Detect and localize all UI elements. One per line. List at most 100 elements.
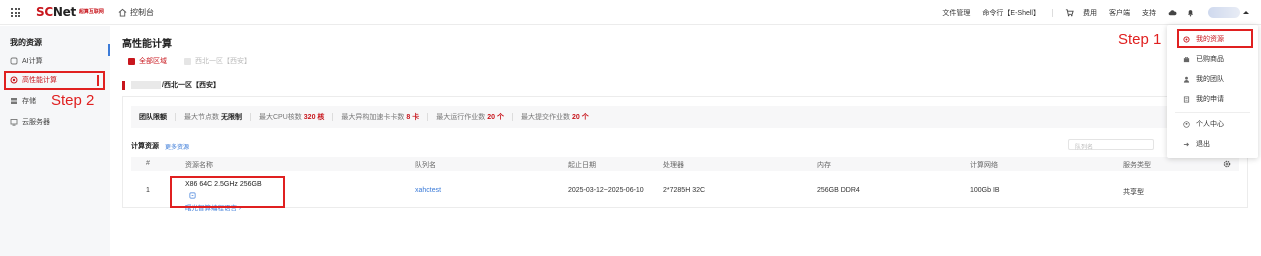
more-resources-link[interactable]: 更多资源 bbox=[165, 142, 189, 151]
bell-icon[interactable] bbox=[1186, 8, 1195, 17]
console-link[interactable]: 控制台 bbox=[118, 7, 154, 18]
nav-billing[interactable]: 费用 bbox=[1083, 8, 1097, 18]
step2-highlight-box bbox=[4, 71, 105, 90]
col-queue: 队列名 bbox=[415, 162, 436, 169]
sidebar-collapse-handle[interactable] bbox=[108, 44, 110, 56]
menu-item-profile[interactable]: 个人中心 bbox=[1183, 119, 1224, 129]
nav-client[interactable]: 客户端 bbox=[1109, 8, 1130, 18]
row-cpu: 2*7285H 32C bbox=[663, 187, 706, 194]
quota-title: 团队限额 bbox=[139, 114, 167, 121]
logo-subtitle: 超算互联网 bbox=[78, 8, 104, 15]
region-header: /西北一区【西安】 bbox=[122, 80, 220, 90]
filter-northwest-region[interactable]: 西北一区【西安】 bbox=[184, 56, 251, 66]
col-dates: 起止日期 bbox=[568, 162, 596, 169]
menu-item-logout[interactable]: 退出 bbox=[1183, 139, 1210, 149]
menu-item-label: 我的申请 bbox=[1196, 96, 1224, 103]
logout-icon bbox=[1183, 142, 1190, 146]
sidebar-item-storage[interactable]: 存储 bbox=[10, 95, 36, 107]
sidebar-item-ai[interactable]: AI计算 bbox=[10, 55, 43, 67]
quota-label: 最大提交作业数 bbox=[520, 114, 570, 121]
quota-max-nodes: 最大节点数 无限制 bbox=[176, 113, 251, 121]
user-icon bbox=[1183, 120, 1190, 128]
queue-filter-input[interactable]: 队列名 bbox=[1068, 139, 1154, 151]
logo-net-text: Net bbox=[52, 5, 76, 19]
step2-marker bbox=[97, 75, 99, 86]
quota-max-running-jobs: 最大运行作业数 20 个 bbox=[428, 113, 513, 121]
top-bar: SCNet 超算互联网 控制台 文件管理 命令行【E-Shell】 费用 客户端… bbox=[0, 0, 1261, 25]
home-icon bbox=[118, 8, 127, 17]
step1-label: Step 1 bbox=[1118, 31, 1162, 48]
ai-icon bbox=[10, 57, 18, 65]
row-dates: 2025-03-12~2025-06-10 bbox=[568, 187, 644, 194]
cart-icon[interactable] bbox=[1065, 8, 1074, 17]
menu-divider bbox=[1175, 112, 1250, 113]
col-service-type: 服务类型 bbox=[1123, 162, 1151, 169]
sidebar-item-label: 云服务器 bbox=[22, 119, 50, 126]
cloud-icon[interactable] bbox=[1168, 8, 1177, 17]
col-index: # bbox=[146, 160, 150, 167]
col-network: 计算网络 bbox=[970, 162, 998, 169]
menu-item-label: 退出 bbox=[1196, 141, 1210, 148]
resources-title: 计算资源 bbox=[131, 143, 159, 150]
menu-item-label: 我的团队 bbox=[1196, 76, 1224, 83]
filter-label: 西北一区【西安】 bbox=[195, 58, 251, 65]
col-cpu: 处理器 bbox=[663, 162, 684, 169]
nav-divider bbox=[1052, 8, 1053, 17]
page-title: 高性能计算 bbox=[122, 39, 172, 50]
quota-label: 最大节点数 bbox=[184, 114, 219, 121]
table-row[interactable]: 1 X86 64C 2.5GHz 256GB 曙光智算编程语言 › xahcte… bbox=[131, 177, 1239, 212]
row-queue-link[interactable]: xahctest bbox=[415, 187, 441, 194]
menu-item-purchased[interactable]: 已购商品 bbox=[1183, 54, 1224, 64]
sidebar: 我的资源 AI计算 高性能计算 存储 云服务器 bbox=[0, 26, 110, 256]
region-accent-bar bbox=[122, 80, 125, 90]
menu-item-label: 已购商品 bbox=[1196, 56, 1224, 63]
menu-item-label: 个人中心 bbox=[1196, 121, 1224, 128]
quota-label: 最大运行作业数 bbox=[436, 114, 486, 121]
step1-highlight-box bbox=[1177, 29, 1253, 48]
logo-sc-text: SC bbox=[36, 5, 53, 19]
server-icon bbox=[10, 119, 18, 126]
apply-icon bbox=[1183, 95, 1190, 103]
menu-item-my-applications[interactable]: 我的申请 bbox=[1183, 94, 1224, 104]
sidebar-item-server[interactable]: 云服务器 bbox=[10, 116, 50, 128]
team-icon bbox=[1183, 76, 1190, 83]
filter-all-regions[interactable]: 全部区域 bbox=[128, 56, 167, 66]
quota-max-cpu: 最大CPU核数 320 核 bbox=[251, 113, 334, 121]
storage-icon bbox=[11, 98, 17, 104]
col-resource-name: 资源名称 bbox=[185, 162, 213, 169]
checkbox-checked-icon bbox=[128, 57, 135, 65]
quota-value: 320 核 bbox=[303, 114, 325, 121]
row-memory: 256GB DDR4 bbox=[817, 187, 860, 194]
quota-max-submitted-jobs: 最大提交作业数 20 个 bbox=[513, 113, 597, 121]
user-avatar[interactable] bbox=[1208, 7, 1240, 18]
apps-grid-icon[interactable] bbox=[11, 8, 20, 17]
team-quota-bar: 团队限额 最大节点数 无限制 最大CPU核数 320 核 最大异构加速卡卡数 8 卡 … bbox=[131, 106, 1239, 128]
region-name-redacted bbox=[131, 81, 161, 89]
quota-label: 最大CPU核数 bbox=[259, 114, 302, 121]
resource-highlight-box bbox=[170, 176, 285, 208]
filter-label: 全部区域 bbox=[139, 58, 167, 65]
gear-icon[interactable] bbox=[1223, 160, 1231, 168]
menu-item-my-team[interactable]: 我的团队 bbox=[1183, 74, 1224, 84]
quota-value: 20 个 bbox=[571, 114, 589, 121]
caret-up-icon[interactable] bbox=[1243, 11, 1249, 14]
col-memory: 内存 bbox=[817, 162, 831, 169]
nav-file-manager[interactable]: 文件管理 bbox=[942, 8, 970, 18]
resource-card: 团队限额 最大节点数 无限制 最大CPU核数 320 核 最大异构加速卡卡数 8 卡 … bbox=[122, 96, 1248, 212]
quota-value: 8 卡 bbox=[406, 114, 420, 121]
row-service-type: 共享型 bbox=[1123, 189, 1144, 196]
quota-value: 无限制 bbox=[221, 114, 242, 121]
quota-label: 最大异构加速卡卡数 bbox=[341, 114, 405, 121]
console-label: 控制台 bbox=[130, 8, 154, 17]
nav-eshell[interactable]: 命令行【E-Shell】 bbox=[982, 8, 1040, 18]
sidebar-item-label: 存储 bbox=[22, 98, 36, 105]
sidebar-item-label: AI计算 bbox=[22, 58, 43, 65]
nav-support[interactable]: 支持 bbox=[1142, 8, 1156, 18]
resources-header: 计算资源 更多资源 bbox=[131, 141, 189, 151]
step2-label: Step 2 bbox=[51, 92, 95, 109]
quota-max-accel: 最大异构加速卡卡数 8 卡 bbox=[333, 113, 429, 121]
sidebar-title: 我的资源 bbox=[10, 38, 42, 47]
table-header: # 资源名称 队列名 起止日期 处理器 内存 计算网络 服务类型 bbox=[131, 157, 1239, 171]
logo[interactable]: SCNet 超算互联网 bbox=[36, 5, 104, 19]
row-network: 100Gb IB bbox=[970, 187, 1000, 194]
